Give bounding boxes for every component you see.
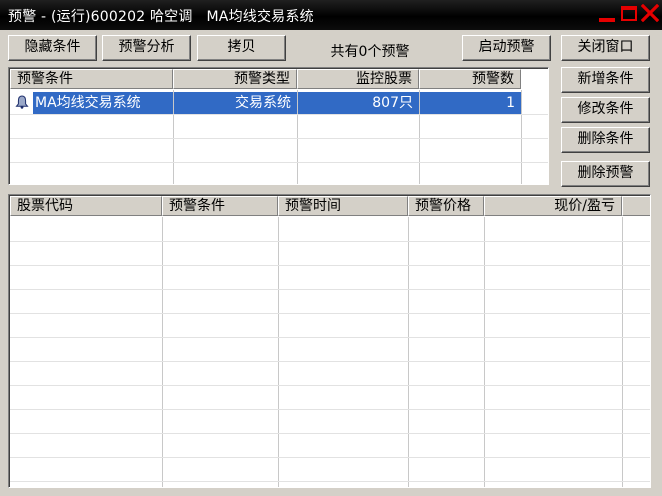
maximize-icon[interactable] [621, 6, 637, 21]
close-window-button[interactable]: 关闭窗口 [561, 35, 650, 61]
add-condition-button[interactable]: 新增条件 [561, 67, 650, 93]
hide-conditions-button[interactable]: 隐藏条件 [8, 35, 97, 61]
grid-line [408, 217, 409, 487]
column-header-filler [622, 196, 650, 216]
title-bar[interactable]: 预警 - (运行)600202 哈空调 MA均线交易系统 [0, 0, 662, 30]
alert-count-label: 共有0个预警 [330, 44, 410, 60]
grid-line [10, 162, 548, 163]
cell-stocks: 807只 [298, 92, 419, 114]
start-alert-button[interactable]: 启动预警 [462, 35, 551, 61]
delete-alert-button[interactable]: 删除预警 [561, 161, 650, 187]
grid-line [10, 337, 650, 338]
delete-condition-button[interactable]: 删除条件 [561, 127, 650, 153]
grid-line [10, 385, 650, 386]
grid-line [10, 433, 650, 434]
grid-line [10, 289, 650, 290]
grid-line [10, 138, 548, 139]
column-header-stocks[interactable]: 监控股票 [297, 69, 419, 89]
grid-line [10, 241, 650, 242]
alert-analysis-button[interactable]: 预警分析 [102, 35, 191, 61]
cell-count: 1 [420, 92, 521, 114]
window-title: 预警 - (运行)600202 哈空调 MA均线交易系统 [8, 9, 314, 25]
column-header-alert-price[interactable]: 预警价格 [408, 196, 484, 216]
grid-line [10, 457, 650, 458]
grid-line [484, 217, 485, 487]
grid-line [162, 217, 163, 487]
copy-button[interactable]: 拷贝 [197, 35, 286, 61]
grid-line [622, 217, 623, 487]
grid-line [10, 409, 650, 410]
column-header-alert-time[interactable]: 预警时间 [278, 196, 408, 216]
edit-condition-button[interactable]: 修改条件 [561, 97, 650, 123]
close-icon[interactable] [641, 4, 659, 22]
conditions-table[interactable]: 预警条件 预警类型 监控股票 预警数 MA均线交易系统 交易系统 807只 1 [8, 67, 549, 185]
cell-type: 交易系统 [174, 92, 297, 114]
alert-window: 预警 - (运行)600202 哈空调 MA均线交易系统 隐藏条件 预警分析 拷… [0, 0, 662, 496]
cell-condition: MA均线交易系统 [33, 92, 173, 114]
alerts-table[interactable]: 股票代码 预警条件 预警时间 预警价格 现价/盈亏 [8, 194, 651, 488]
column-header-price-profit[interactable]: 现价/盈亏 [484, 196, 622, 216]
column-header-condition[interactable]: 预警条件 [10, 69, 173, 89]
grid-line [10, 481, 650, 482]
column-header-type[interactable]: 预警类型 [173, 69, 297, 89]
grid-line [10, 313, 650, 314]
minimize-icon[interactable] [599, 18, 615, 22]
grid-line [10, 265, 650, 266]
column-header-alert-condition[interactable]: 预警条件 [162, 196, 278, 216]
grid-line [10, 114, 548, 115]
column-header-count[interactable]: 预警数 [419, 69, 521, 89]
grid-line [10, 361, 650, 362]
bell-icon [15, 95, 29, 109]
grid-line [278, 217, 279, 487]
column-header-stock-code[interactable]: 股票代码 [10, 196, 162, 216]
